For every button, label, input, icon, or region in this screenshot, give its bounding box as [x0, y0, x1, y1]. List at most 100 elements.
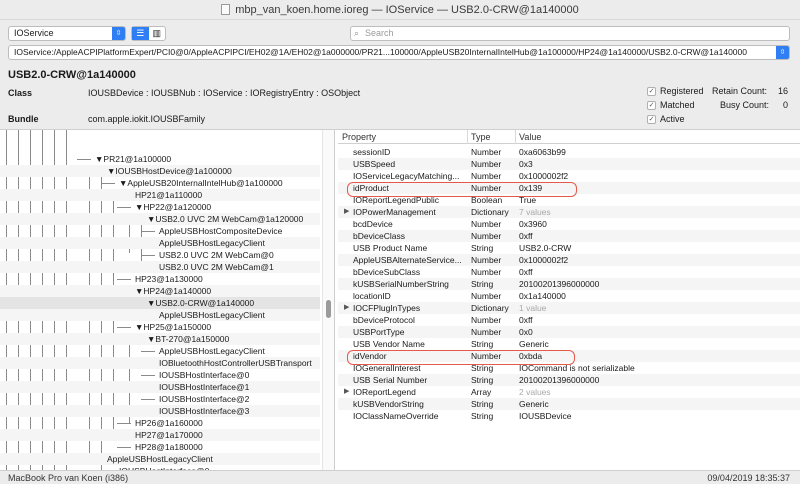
- search-placeholder: Search: [365, 28, 394, 38]
- tree-node[interactable]: ▼AppleUSB20InternalIntelHub@1a100000: [0, 177, 320, 189]
- property-row[interactable]: USB Serial Number String 20100201396000000: [338, 374, 800, 386]
- tree-node[interactable]: IOUSBHostInterface@0: [0, 369, 320, 381]
- tree-node-label: ▼HP22@1a120000: [135, 202, 212, 212]
- tree-node[interactable]: AppleUSBHostLegacyClient: [0, 345, 320, 357]
- property-name: IOClassNameOverride: [353, 411, 439, 421]
- property-row[interactable]: ▶ IOReportLegend Array 2 values: [338, 386, 800, 398]
- tree-node-label: IOUSBHostInterface@3: [159, 406, 250, 416]
- tree-node[interactable]: USB2.0 UVC 2M WebCam@1: [0, 261, 320, 273]
- tree-node[interactable]: ▼HP25@1a150000: [0, 321, 320, 333]
- property-row[interactable]: IOServiceLegacyMatching... Number 0x100000…: [338, 170, 800, 182]
- property-value: 7 values: [519, 207, 551, 217]
- property-value: 0x3960: [519, 219, 547, 229]
- tree-node[interactable]: AppleUSBHostCompositeDevice: [0, 225, 320, 237]
- property-row[interactable]: ▶ IOPowerManagement Dictionary 7 values: [338, 206, 800, 218]
- view-mode-toggle: ☰ ▥: [131, 26, 166, 41]
- property-name: USB Vendor Name: [353, 339, 425, 349]
- plane-select[interactable]: IOService ⇳: [8, 26, 126, 41]
- object-info-panel: USB2.0-CRW@1a140000 Class IOUSBDevice : …: [0, 66, 800, 130]
- class-label: Class: [8, 88, 33, 98]
- status-bar: MacBook Pro van Koen (i386) 09/04/2019 1…: [0, 470, 800, 484]
- tree-scrollbar[interactable]: [322, 130, 334, 470]
- search-field[interactable]: ⌕ Search: [350, 26, 790, 41]
- property-row[interactable]: bDeviceClass Number 0xff: [338, 230, 800, 242]
- property-row[interactable]: bDeviceProtocol Number 0xff: [338, 314, 800, 326]
- column-header-value[interactable]: Value: [519, 132, 541, 142]
- tree-node[interactable]: AppleUSBHostLegacyClient: [0, 453, 320, 465]
- property-type: Number: [471, 159, 502, 169]
- busy-count-label: Busy Count:: [720, 100, 770, 110]
- tree-node-label: IOUSBHostInterface@1: [159, 382, 250, 392]
- tree-node[interactable]: ▼USB2.0 UVC 2M WebCam@1a120000: [0, 213, 320, 225]
- column-header-type[interactable]: Type: [471, 132, 491, 142]
- tree-node-label: ▼AppleUSB20InternalIntelHub@1a100000: [119, 178, 283, 188]
- property-row[interactable]: USB Product Name String USB2.0-CRW: [338, 242, 800, 254]
- property-row[interactable]: kUSBVendorString String Generic: [338, 398, 800, 410]
- path-select[interactable]: IOService:/AppleACPIPlatformExpert/PCI0@…: [8, 45, 790, 60]
- tree-node[interactable]: IOUSBHostInterface@3: [0, 405, 320, 417]
- tree-node[interactable]: HP27@1a170000: [0, 429, 320, 441]
- registry-tree[interactable]: ▼PR21@1a100000 ▼IOUSBHostDevice@1a100000 ▼…: [0, 130, 335, 470]
- property-type: Number: [471, 267, 502, 277]
- property-type: Number: [471, 231, 502, 241]
- property-value: 2 values: [519, 387, 551, 397]
- tree-node[interactable]: HP23@1a130000: [0, 273, 320, 285]
- tree-node[interactable]: AppleUSBHostLegacyClient: [0, 237, 320, 249]
- property-row[interactable]: bcdDevice Number 0x3960: [338, 218, 800, 230]
- property-row[interactable]: kUSBSerialNumberString String 201002013960…: [338, 278, 800, 290]
- disclosure-triangle-icon[interactable]: ▶: [344, 302, 349, 314]
- tree-node[interactable]: IOUSBHostInterface@1: [0, 381, 320, 393]
- property-row[interactable]: USBSpeed Number 0x3: [338, 158, 800, 170]
- tree-node-label: AppleUSBHostLegacyClient: [159, 346, 265, 356]
- tree-node[interactable]: IOBluetoothHostControllerUSBTransport: [0, 357, 320, 369]
- tree-node[interactable]: HP21@1a110000: [0, 189, 320, 201]
- property-type: Number: [471, 327, 502, 337]
- property-value: 0x0: [519, 327, 533, 337]
- registered-label: Registered: [660, 86, 704, 96]
- tree-node[interactable]: ▼IOUSBHostDevice@1a100000: [0, 165, 320, 177]
- registered-checkbox[interactable]: ✓ Registered: [647, 86, 704, 96]
- tree-node-label: ▼USB2.0 UVC 2M WebCam@1a120000: [147, 214, 304, 224]
- property-name: bDeviceSubClass: [353, 267, 421, 277]
- property-value: USB2.0-CRW: [519, 243, 572, 253]
- tree-node[interactable]: HP28@1a180000: [0, 441, 320, 453]
- tree-node[interactable]: HP26@1a160000: [0, 417, 320, 429]
- retain-count-label: Retain Count:: [712, 86, 768, 96]
- machine-name: MacBook Pro van Koen (i386): [8, 473, 129, 483]
- column-view-icon[interactable]: ▥: [149, 27, 166, 40]
- property-row[interactable]: USB Vendor Name String Generic: [338, 338, 800, 350]
- property-value: 0x1a140000: [519, 291, 566, 301]
- property-type: Number: [471, 255, 502, 265]
- disclosure-triangle-icon[interactable]: ▶: [344, 206, 349, 218]
- list-view-icon[interactable]: ☰: [132, 27, 149, 40]
- property-value: 1 value: [519, 303, 547, 313]
- active-checkbox[interactable]: ✓ Active: [647, 114, 685, 124]
- tree-node[interactable]: ▼PR21@1a100000: [0, 153, 320, 165]
- tree-node[interactable]: ▼HP24@1a140000: [0, 285, 320, 297]
- property-row[interactable]: bDeviceSubClass Number 0xff: [338, 266, 800, 278]
- tree-node[interactable]: ▼HP22@1a120000: [0, 201, 320, 213]
- tree-node[interactable]: IOUSBHostInterface@2: [0, 393, 320, 405]
- tree-node[interactable]: ▼USB2.0-CRW@1a140000: [0, 297, 320, 309]
- property-row[interactable]: AppleUSBAlternateService... Number 0x10000…: [338, 254, 800, 266]
- snapshot-timestamp: 09/04/2019 18:35:37: [707, 473, 790, 483]
- property-row[interactable]: IOClassNameOverride String IOUSBDevice: [338, 410, 800, 422]
- properties-table[interactable]: Property Type Value sessionID Number 0xa60…: [338, 130, 800, 470]
- property-name: bcdDevice: [353, 219, 393, 229]
- property-value: 0xff: [519, 315, 533, 325]
- tree-node[interactable]: AppleUSBHostLegacyClient: [0, 309, 320, 321]
- scrollbar-thumb[interactable]: [326, 300, 331, 318]
- properties-header: Property Type Value: [338, 130, 800, 144]
- tree-node-label: HP28@1a180000: [135, 442, 203, 452]
- property-row[interactable]: locationID Number 0x1a140000: [338, 290, 800, 302]
- matched-checkbox[interactable]: ✓ Matched: [647, 100, 695, 110]
- property-row[interactable]: sessionID Number 0xa6063b99: [338, 146, 800, 158]
- column-header-property[interactable]: Property: [342, 132, 376, 142]
- property-row[interactable]: ▶ IOCFPlugInTypes Dictionary 1 value: [338, 302, 800, 314]
- tree-node[interactable]: USB2.0 UVC 2M WebCam@0: [0, 249, 320, 261]
- property-row[interactable]: USBPortType Number 0x0: [338, 326, 800, 338]
- tree-node-label: USB2.0 UVC 2M WebCam@0: [159, 250, 274, 260]
- tree-node[interactable]: ▼BT-270@1a150000: [0, 333, 320, 345]
- bundle-label: Bundle: [8, 114, 39, 124]
- disclosure-triangle-icon[interactable]: ▶: [344, 386, 349, 398]
